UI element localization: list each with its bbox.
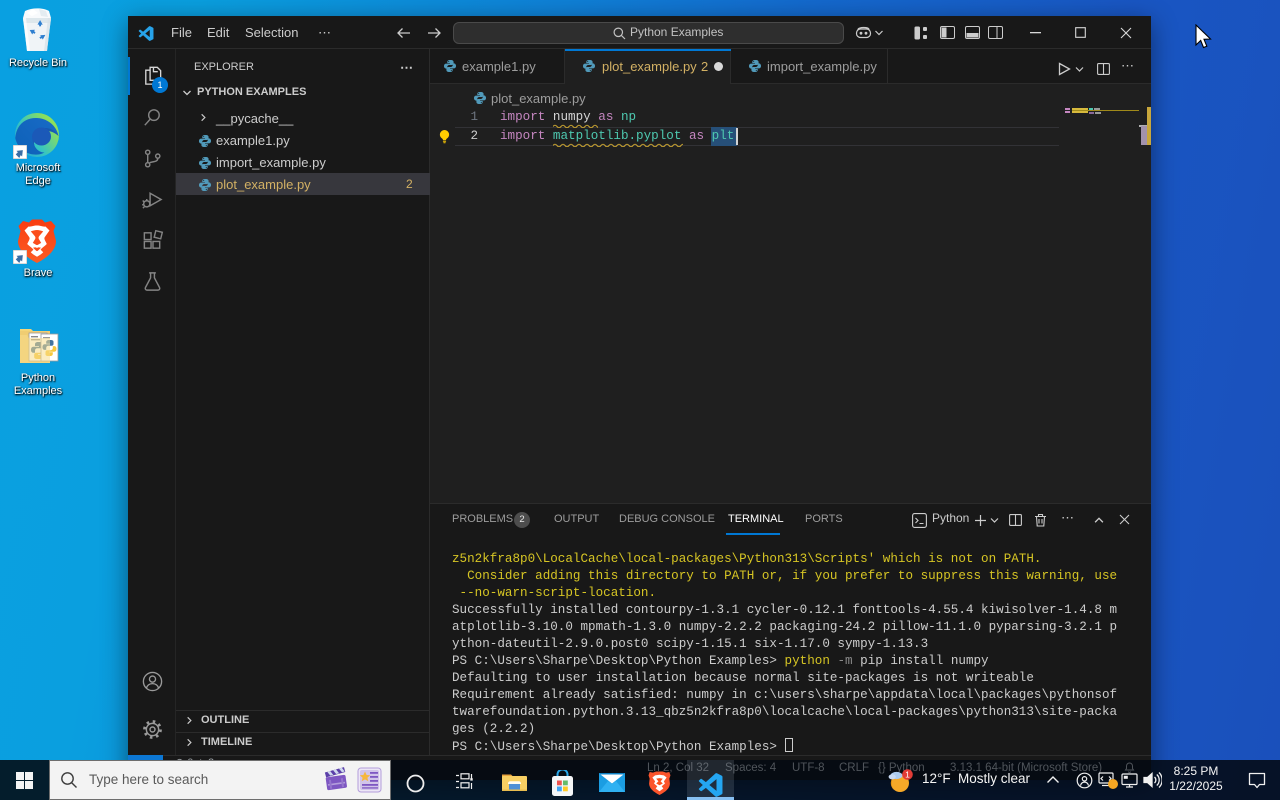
- svg-text:1: 1: [905, 770, 910, 780]
